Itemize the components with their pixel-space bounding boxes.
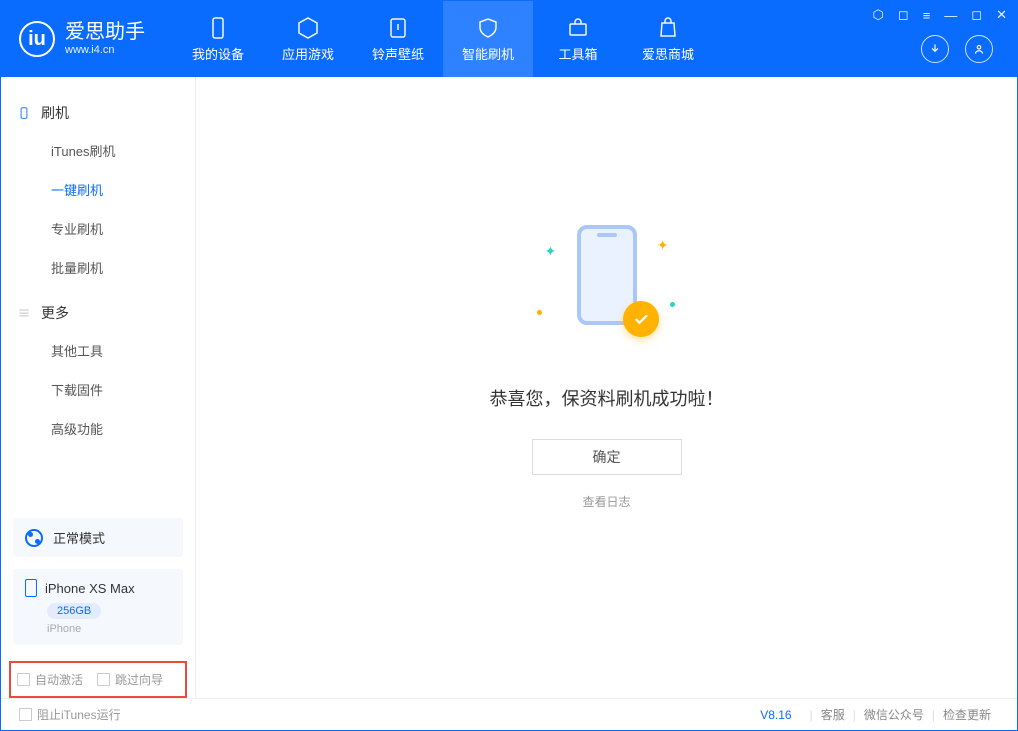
app-name: 爱思助手 [65, 21, 145, 44]
checkbox-skip-guide[interactable]: 跳过向导 [97, 671, 163, 688]
header-actions [921, 35, 993, 63]
tab-smart-flash[interactable]: 智能刷机 [443, 1, 533, 77]
logo-icon: iu [19, 21, 55, 57]
device-type: iPhone [47, 623, 171, 635]
phone-outline-icon [17, 106, 31, 120]
sidebar-item-download-firmware[interactable]: 下载固件 [1, 370, 195, 409]
sidebar-section-more: 更多 [1, 295, 195, 331]
app-logo: iu 爱思助手 www.i4.cn [1, 1, 163, 77]
sidebar-item-advanced[interactable]: 高级功能 [1, 409, 195, 448]
status-bar: 阻止iTunes运行 V8.16 | 客服 | 微信公众号 | 检查更新 [1, 698, 1017, 730]
sparkle-icon: ✦ [545, 243, 557, 260]
success-message: 恭喜您，保资料刷机成功啦！ [490, 385, 724, 411]
window-controls: ⬡ ◻ ≡ — ◻ ✕ [873, 7, 1007, 23]
device-capacity: 256GB [47, 603, 101, 619]
footer-link-wechat[interactable]: 微信公众号 [864, 706, 924, 723]
device-name: iPhone XS Max [45, 581, 135, 596]
mode-card[interactable]: 正常模式 [13, 518, 183, 557]
minimize-button[interactable]: — [944, 8, 957, 23]
bag-icon [656, 16, 680, 40]
version-label: V8.16 [760, 708, 791, 722]
user-icon [972, 42, 986, 56]
footer-link-update[interactable]: 检查更新 [943, 706, 991, 723]
sidebar-item-batch-flash[interactable]: 批量刷机 [1, 248, 195, 287]
user-button[interactable] [965, 35, 993, 63]
shirt-icon[interactable]: ⬡ [873, 7, 884, 23]
checkbox-icon [17, 673, 30, 686]
list-icon [17, 306, 31, 320]
tab-ringtones[interactable]: 铃声壁纸 [353, 1, 443, 77]
download-button[interactable] [921, 35, 949, 63]
device-card[interactable]: iPhone XS Max 256GB iPhone [13, 569, 183, 645]
dot-icon [670, 302, 675, 307]
success-illustration: ✦ ✦ [527, 215, 687, 355]
refresh-shield-icon [476, 16, 500, 40]
lock-icon[interactable]: ◻ [898, 7, 909, 23]
sidebar-item-itunes-flash[interactable]: iTunes刷机 [1, 131, 195, 170]
checkbox-icon [97, 673, 110, 686]
tab-my-device[interactable]: 我的设备 [173, 1, 263, 77]
checkbox-icon [19, 708, 32, 721]
options-row: 自动激活 跳过向导 [9, 661, 187, 698]
mode-icon [25, 529, 43, 547]
sidebar-item-oneclick-flash[interactable]: 一键刷机 [1, 170, 195, 209]
cube-icon [296, 16, 320, 40]
dot-icon [537, 310, 542, 315]
app-url: www.i4.cn [65, 44, 145, 57]
app-header: iu 爱思助手 www.i4.cn 我的设备 应用游戏 铃声壁纸 智能刷机 工具… [1, 1, 1017, 77]
footer-link-support[interactable]: 客服 [821, 706, 845, 723]
confirm-button[interactable]: 确定 [532, 439, 682, 475]
device-phone-icon [25, 579, 37, 597]
checkbox-block-itunes[interactable]: 阻止iTunes运行 [19, 706, 121, 723]
toolbox-icon [566, 16, 590, 40]
close-button[interactable]: ✕ [996, 7, 1007, 23]
main-content: ✦ ✦ 恭喜您，保资料刷机成功啦！ 确定 查看日志 [196, 77, 1017, 698]
tab-store[interactable]: 爱思商城 [623, 1, 713, 77]
menu-icon[interactable]: ≡ [923, 8, 931, 23]
phone-icon [206, 16, 230, 40]
maximize-button[interactable]: ◻ [971, 7, 982, 23]
checkbox-auto-activate[interactable]: 自动激活 [17, 671, 83, 688]
sidebar-item-other-tools[interactable]: 其他工具 [1, 331, 195, 370]
music-file-icon [386, 16, 410, 40]
main-tabs: 我的设备 应用游戏 铃声壁纸 智能刷机 工具箱 爱思商城 [173, 1, 713, 77]
tab-toolbox[interactable]: 工具箱 [533, 1, 623, 77]
checkmark-badge-icon [623, 301, 659, 337]
sparkle-icon: ✦ [657, 237, 669, 254]
sidebar-item-pro-flash[interactable]: 专业刷机 [1, 209, 195, 248]
tab-apps-games[interactable]: 应用游戏 [263, 1, 353, 77]
sidebar-section-flash: 刷机 [1, 95, 195, 131]
view-log-link[interactable]: 查看日志 [582, 493, 630, 510]
download-icon [928, 42, 942, 56]
sidebar: 刷机 iTunes刷机 一键刷机 专业刷机 批量刷机 更多 其他工具 下载固件 … [1, 77, 196, 698]
mode-label: 正常模式 [53, 528, 105, 547]
